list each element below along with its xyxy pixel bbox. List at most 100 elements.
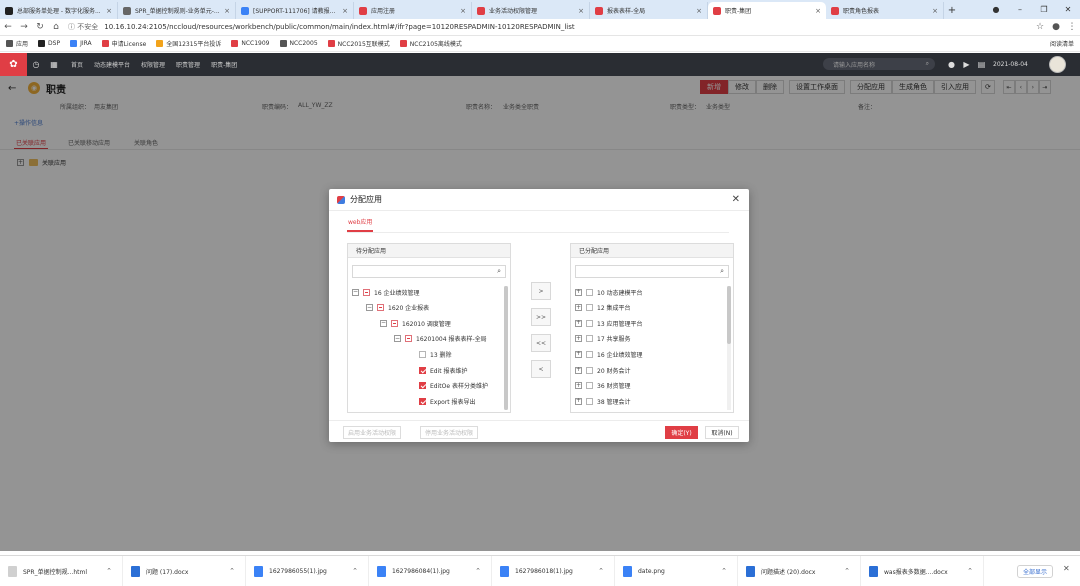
close-icon[interactable]: × bbox=[578, 7, 584, 15]
tree-row[interactable]: Edit 报表维护 bbox=[408, 365, 468, 375]
search-icon[interactable]: ⌕ bbox=[497, 267, 501, 276]
close-icon[interactable]: ✕ bbox=[1056, 0, 1080, 19]
bookmark-item[interactable]: DSP bbox=[38, 40, 60, 47]
forward-icon[interactable]: → bbox=[16, 22, 32, 32]
breadcrumb-item[interactable]: 权限管理 bbox=[141, 60, 165, 69]
menu-icon[interactable]: ⋮ bbox=[1064, 22, 1080, 32]
breadcrumb-item[interactable]: 职责-集团 bbox=[211, 60, 237, 69]
tree-row[interactable]: Export 报表导出 bbox=[408, 396, 476, 406]
browser-tab[interactable]: 报表表样-全局 × bbox=[590, 2, 708, 19]
tree-row[interactable]: +17 共享服务 bbox=[575, 334, 631, 344]
browser-tab[interactable]: 职责角色报表 × bbox=[826, 2, 944, 19]
browser-tab[interactable]: SPR_单据控制规则-业务单元-... × bbox=[118, 2, 236, 19]
expand-icon[interactable]: + bbox=[575, 304, 582, 312]
tree-checkbox[interactable] bbox=[419, 350, 426, 358]
tree-row[interactable]: +36 财资管理 bbox=[575, 381, 631, 391]
calendar-icon[interactable]: ▤ bbox=[974, 60, 989, 69]
download-item[interactable]: was报表多数据....docx ⌃ bbox=[861, 555, 984, 586]
bookmark-item[interactable]: JIRA bbox=[70, 40, 92, 47]
tree-checkbox[interactable] bbox=[586, 304, 593, 312]
tree-checkbox[interactable] bbox=[586, 288, 593, 296]
url-field[interactable]: ⓘ 不安全 10.16.10.24:2105/nccloud/resources… bbox=[68, 21, 1024, 34]
browser-tab[interactable]: 总部服务单处理 - 数字化服务... × bbox=[0, 2, 118, 19]
download-item[interactable]: date.png ⌃ bbox=[615, 555, 738, 586]
grid-icon[interactable]: ▦ bbox=[45, 60, 63, 69]
tree-checkbox[interactable] bbox=[419, 366, 426, 374]
browser-tab[interactable]: 应用注册 × bbox=[354, 2, 472, 19]
app-logo-icon[interactable]: ✿ bbox=[0, 53, 27, 76]
tree-row[interactable]: − 16201004 报表表样-全局 bbox=[394, 334, 487, 344]
expand-icon[interactable]: + bbox=[575, 288, 582, 296]
tree-checkbox[interactable] bbox=[586, 397, 593, 405]
close-icon[interactable]: × bbox=[460, 7, 466, 15]
chevron-up-icon[interactable]: ⌃ bbox=[352, 567, 358, 575]
collapse-icon[interactable]: − bbox=[380, 319, 387, 327]
chevron-up-icon[interactable]: ⌃ bbox=[229, 567, 235, 575]
tree-row[interactable]: +38 管理会计 bbox=[575, 396, 631, 406]
breadcrumb-item[interactable]: 首页 bbox=[71, 60, 83, 69]
tree-checkbox[interactable] bbox=[391, 319, 398, 327]
browser-tab[interactable]: [SUPPORT-111706] 请教报... × bbox=[236, 2, 354, 19]
expand-icon[interactable]: + bbox=[575, 382, 582, 390]
tree-checkbox[interactable] bbox=[419, 397, 426, 405]
bookmark-item[interactable]: 申请License bbox=[101, 39, 146, 48]
expand-icon[interactable]: + bbox=[575, 350, 582, 358]
collapse-icon[interactable]: − bbox=[394, 335, 401, 343]
close-icon[interactable]: × bbox=[696, 7, 702, 15]
download-item[interactable]: 1627986018(1).jpg ⌃ bbox=[492, 555, 615, 586]
download-item[interactable]: 1627986084(1).jpg ⌃ bbox=[369, 555, 492, 586]
confirm-button[interactable]: 确定(Y) bbox=[665, 426, 698, 439]
tree-row[interactable]: EditOe 表样分类维护 bbox=[408, 381, 488, 391]
close-icon[interactable]: × bbox=[224, 7, 230, 15]
close-icon[interactable]: ✕ bbox=[732, 194, 740, 205]
tree-row[interactable]: − 16 企业绩效管理 bbox=[352, 287, 420, 297]
collapse-icon[interactable]: − bbox=[366, 304, 373, 312]
chevron-up-icon[interactable]: ⌃ bbox=[844, 567, 850, 575]
tab-web-app[interactable]: web应用 bbox=[348, 217, 372, 226]
browser-tab[interactable]: 业务活动权限管理 × bbox=[472, 2, 590, 19]
pending-search-input[interactable]: ⌕ bbox=[352, 265, 506, 278]
restore-icon[interactable]: ❐ bbox=[1032, 0, 1056, 19]
video-icon[interactable]: ▶ bbox=[959, 60, 974, 69]
scrollbar[interactable] bbox=[504, 286, 508, 410]
clock-icon[interactable]: ◷ bbox=[27, 60, 45, 69]
expand-icon[interactable]: + bbox=[575, 335, 582, 343]
close-icon[interactable]: ✕ bbox=[1063, 564, 1070, 573]
bookmark-item[interactable]: NCC2005 bbox=[279, 40, 318, 47]
move-left-button[interactable]: < bbox=[531, 360, 551, 378]
breadcrumb-item[interactable]: 动态建模平台 bbox=[94, 60, 130, 69]
tree-row[interactable]: +10 动态建模平台 bbox=[575, 287, 643, 297]
tree-row[interactable]: +13 应用管理平台 bbox=[575, 318, 643, 328]
tree-checkbox[interactable] bbox=[586, 366, 593, 374]
enable-permission-button[interactable]: 启用业务活动权限 bbox=[343, 426, 402, 439]
breadcrumb-item[interactable]: 职责管理 bbox=[176, 60, 200, 69]
close-icon[interactable]: × bbox=[815, 7, 821, 15]
chevron-up-icon[interactable]: ⌃ bbox=[475, 567, 481, 575]
tree-row[interactable]: +12 集成平台 bbox=[575, 303, 631, 313]
chevron-up-icon[interactable]: ⌃ bbox=[721, 567, 727, 575]
download-item[interactable]: 问题描述 (20).docx ⌃ bbox=[738, 555, 861, 586]
move-all-left-button[interactable]: << bbox=[531, 334, 551, 352]
app-search-input[interactable]: 请输入应用名称 ⌕ bbox=[823, 58, 935, 70]
bookmark-item[interactable]: 应用 bbox=[6, 39, 28, 48]
profile-icon[interactable]: ● bbox=[984, 0, 1008, 19]
tree-checkbox[interactable] bbox=[405, 335, 412, 343]
back-icon[interactable]: ← bbox=[0, 22, 16, 32]
bookmark-item[interactable]: NCC2015互联模式 bbox=[327, 39, 390, 48]
search-icon[interactable]: ⌕ bbox=[720, 267, 724, 276]
chat-icon[interactable]: ● bbox=[944, 60, 959, 69]
cancel-button[interactable]: 取消(N) bbox=[705, 426, 739, 439]
tree-row[interactable]: +20 财务会计 bbox=[575, 365, 631, 375]
bookmark-item[interactable]: NCC1909 bbox=[231, 40, 270, 47]
profile-icon[interactable]: ● bbox=[1048, 22, 1064, 32]
tree-row[interactable]: +16 企业绩效管理 bbox=[575, 349, 643, 359]
browser-tab[interactable]: 职责-集团 × bbox=[708, 2, 826, 19]
tree-checkbox[interactable] bbox=[419, 382, 426, 390]
close-icon[interactable]: × bbox=[106, 7, 112, 15]
chevron-up-icon[interactable]: ⌃ bbox=[967, 567, 973, 575]
star-icon[interactable]: ☆ bbox=[1032, 22, 1048, 32]
chevron-up-icon[interactable]: ⌃ bbox=[106, 567, 112, 575]
home-icon[interactable]: ⌂ bbox=[48, 22, 64, 32]
expand-icon[interactable]: + bbox=[575, 319, 582, 327]
tree-row[interactable]: − 1620 企业报表 bbox=[366, 303, 429, 313]
